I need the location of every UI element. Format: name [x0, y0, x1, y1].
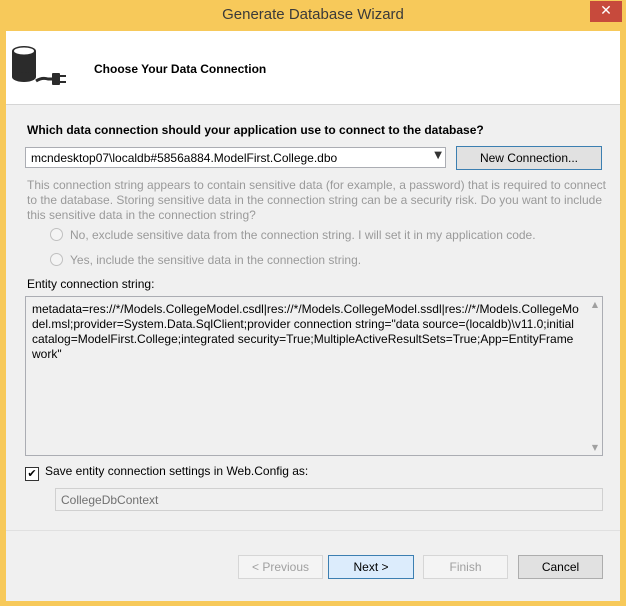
- data-connection-value: mcndesktop07\localdb#5856a884.ModelFirst…: [31, 151, 338, 165]
- data-connection-dropdown[interactable]: mcndesktop07\localdb#5856a884.ModelFirst…: [25, 147, 446, 168]
- close-icon: ✕: [600, 3, 612, 19]
- previous-button[interactable]: < Previous: [238, 555, 323, 579]
- save-settings-label: Save entity connection settings in Web.C…: [45, 464, 309, 478]
- new-connection-button[interactable]: New Connection...: [456, 146, 602, 170]
- scroll-up-icon[interactable]: ▲: [592, 300, 598, 309]
- wizard-body: Choose Your Data Connection Which data c…: [6, 31, 620, 601]
- title-bar[interactable]: Generate Database Wizard ✕: [0, 0, 626, 31]
- checkmark-icon[interactable]: ✔: [25, 467, 39, 481]
- chevron-down-icon[interactable]: ▼: [434, 150, 442, 161]
- save-settings-checkbox-row[interactable]: ✔ Save entity connection settings in Web.…: [25, 464, 308, 481]
- close-button[interactable]: ✕: [590, 1, 622, 22]
- next-button[interactable]: Next >: [328, 555, 414, 579]
- radio-exclude-label: No, exclude sensitive data from the conn…: [70, 228, 536, 242]
- radio-include-label: Yes, include the sensitive data in the c…: [70, 253, 362, 267]
- finish-button[interactable]: Finish: [423, 555, 508, 579]
- radio-exclude-sensitive[interactable]: No, exclude sensitive data from the conn…: [50, 228, 536, 242]
- entity-connection-string: metadata=res://*/Models.CollegeModel.csd…: [32, 302, 579, 361]
- connection-question: Which data connection should your applic…: [27, 123, 484, 137]
- context-name-value: CollegeDbContext: [61, 493, 159, 507]
- entity-connection-label: Entity connection string:: [27, 277, 155, 291]
- wizard-window: Generate Database Wizard ✕ Choose Your D…: [0, 0, 626, 606]
- radio-include-sensitive[interactable]: Yes, include the sensitive data in the c…: [50, 253, 361, 267]
- window-title: Generate Database Wizard: [222, 6, 404, 23]
- entity-connection-textarea[interactable]: metadata=res://*/Models.CollegeModel.csd…: [25, 296, 603, 456]
- footer-divider: [6, 530, 620, 531]
- database-plug-icon: [12, 46, 66, 85]
- radio-button-icon[interactable]: [50, 253, 63, 266]
- cancel-button[interactable]: Cancel: [518, 555, 603, 579]
- sensitive-data-warning: This connection string appears to contai…: [27, 178, 606, 222]
- wizard-header: Choose Your Data Connection: [6, 31, 620, 105]
- scroll-down-icon[interactable]: ▼: [592, 443, 598, 452]
- page-title: Choose Your Data Connection: [94, 62, 267, 76]
- context-name-field[interactable]: CollegeDbContext: [55, 488, 603, 511]
- radio-button-icon[interactable]: [50, 228, 63, 241]
